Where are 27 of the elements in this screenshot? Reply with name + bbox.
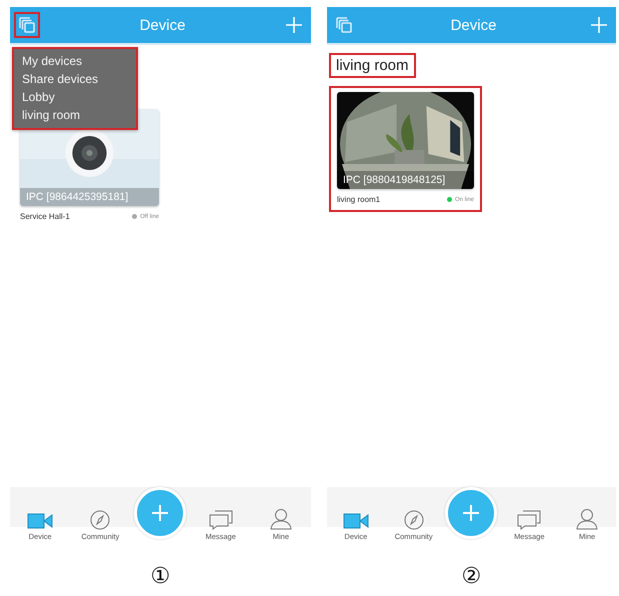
device-groups-button[interactable] [14,12,40,38]
video-camera-icon [342,512,369,530]
menu-item[interactable]: living room [14,106,136,124]
plus-icon [461,503,482,523]
screen-title: Device [450,16,496,34]
stacked-squares-icon [18,16,36,34]
stacked-squares-icon [335,16,353,34]
add-button[interactable] [445,487,498,539]
menu-item[interactable]: My devices [14,52,136,70]
step-number: ① [150,563,170,589]
device-name: Service Hall-1 [20,212,70,221]
step-number: ② [462,563,482,589]
camera-id-label: IPC [9864425395181] [20,188,159,206]
add-button[interactable] [134,487,186,539]
add-icon[interactable] [284,16,303,34]
menu-item[interactable]: Lobby [14,88,136,106]
compass-icon [90,510,110,530]
plus-icon [150,503,170,523]
add-icon[interactable] [590,16,608,34]
device-name: living room1 [337,195,380,204]
video-camera-icon [27,512,54,530]
person-icon [576,508,598,530]
compass-icon [404,510,424,530]
screen-title: Device [140,16,186,34]
person-icon [270,508,292,530]
group-title: living room [329,53,416,78]
menu-item[interactable]: Share devices [14,70,136,88]
